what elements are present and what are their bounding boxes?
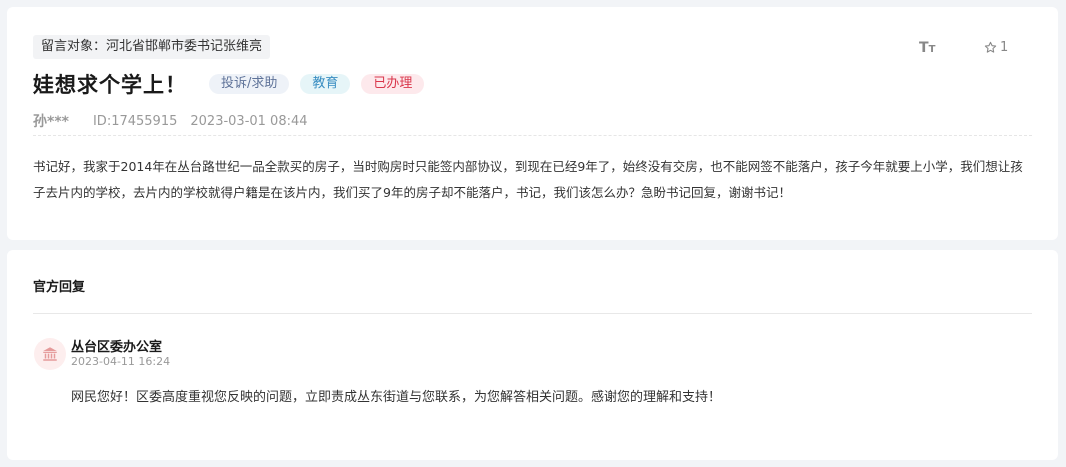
message-target-tag: 留言对象：河北省邯郸市委书记张维亮 <box>33 35 271 59</box>
official-reply-card: 官方回复 丛台区委办公室 2023-04-11 16:24 网民您好！区委高度重… <box>7 250 1058 460</box>
message-content: 书记好，我家于2014年在丛台路世纪一品全款买的房子，当时购房时只能签内部协议，… <box>33 159 1023 200</box>
reply-heading: 官方回复 <box>33 280 86 295</box>
message-datetime: 2023-03-01 08:44 <box>190 113 308 129</box>
message-id: ID:17455915 <box>92 113 178 129</box>
tag-message-type: 投诉/求助 <box>209 74 290 94</box>
org-avatar <box>34 338 66 370</box>
font-size-toggle[interactable]: TT <box>919 40 935 56</box>
reply-datetime: 2023-04-11 16:24 <box>71 355 171 368</box>
favorite-count: 1 <box>1000 40 1009 55</box>
tag-category: 教育 <box>300 74 351 94</box>
star-outline-icon <box>984 41 997 53</box>
status-badge: 已办理 <box>361 74 425 94</box>
government-building-icon <box>43 347 57 361</box>
message-title: 娃想求个学上！ <box>33 73 187 97</box>
meta-divider <box>33 135 1032 136</box>
reply-divider <box>33 313 1032 314</box>
reply-content: 网民您好！区委高度重视您反映的问题，立即责成丛东街道与您联系，为您解答相关问题。… <box>71 390 722 405</box>
favorite-button[interactable]: 1 <box>984 40 1008 55</box>
message-author: 孙*** <box>33 114 69 130</box>
message-meta: 孙*** ID:17455915 2023-03-01 08:44 <box>33 111 308 131</box>
reply-org-name: 丛台区委办公室 <box>71 340 163 355</box>
message-card: 留言对象：河北省邯郸市委书记张维亮 TT 1 娃想求个学上！ 投诉/求助 教育 … <box>7 7 1058 240</box>
font-size-icon: TT <box>919 40 936 56</box>
title-row: 娃想求个学上！ 投诉/求助 教育 已办理 <box>33 69 435 99</box>
